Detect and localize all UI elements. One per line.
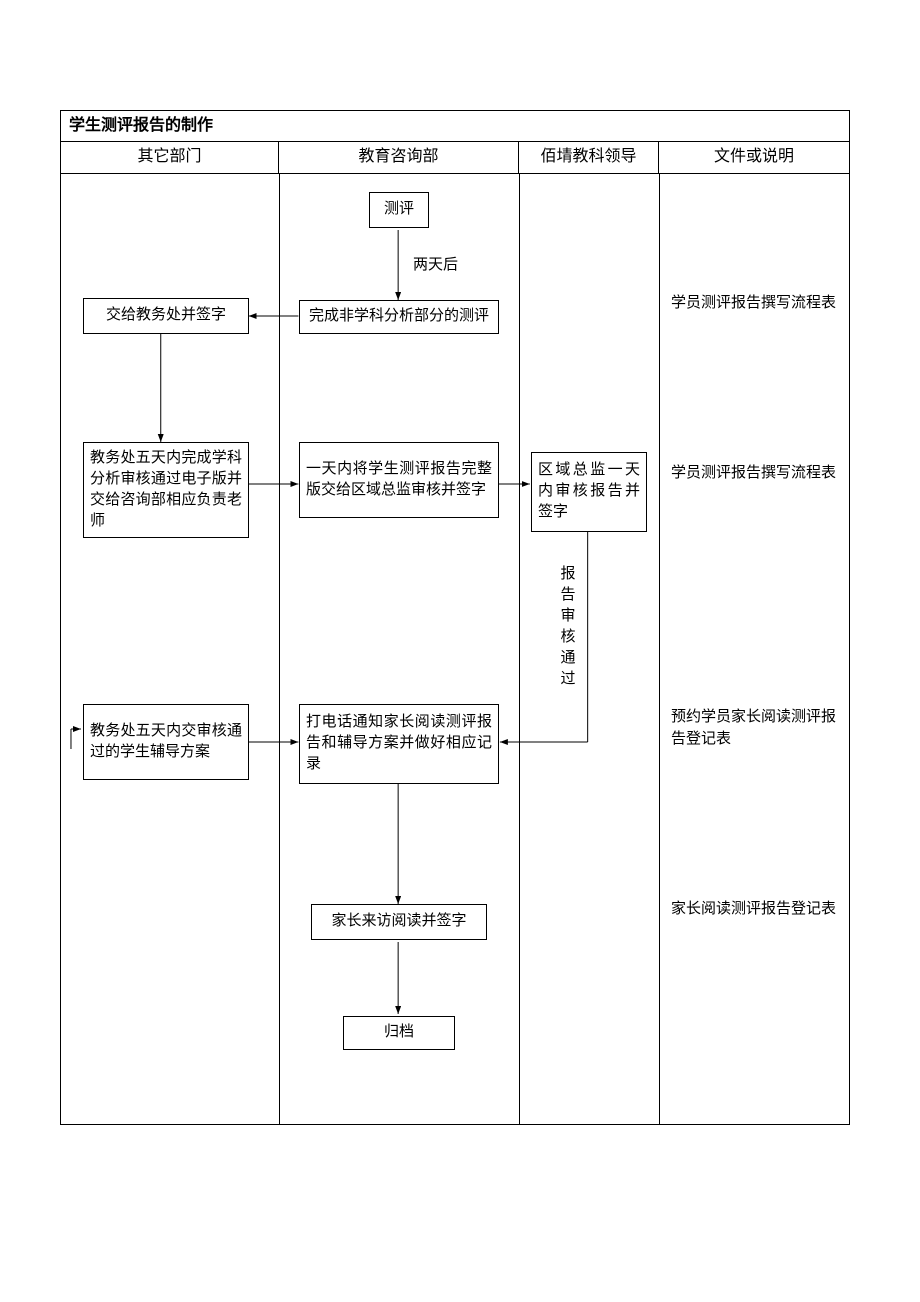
note-doc4: 家长阅读测评报告登记表 bbox=[671, 898, 841, 921]
node-n8: 家长来访阅读并签字 bbox=[311, 904, 487, 940]
edge-label-two-days: 两天后 bbox=[413, 254, 458, 277]
lane-divider bbox=[519, 174, 520, 1124]
node-n6: 打电话通知家长阅读测评报告和辅导方案并做好相应记录 bbox=[299, 704, 499, 784]
lane-header-leader: 佰埥教科领导 bbox=[519, 142, 659, 172]
diagram-body: 测评 两天后 完成非学科分析部分的测评 交给教务处并签字 学员测评报告撰写流程表… bbox=[61, 174, 849, 1124]
lane-divider bbox=[279, 174, 280, 1124]
note-doc2: 学员测评报告撰写流程表 bbox=[671, 462, 841, 485]
swimlane-diagram: 学生测评报告的制作 其它部门 教育咨询部 佰埥教科领导 文件或说明 bbox=[60, 110, 850, 1125]
node-n9: 归档 bbox=[343, 1016, 455, 1050]
lane-header-docs: 文件或说明 bbox=[659, 142, 849, 172]
lane-header-other: 其它部门 bbox=[61, 142, 279, 172]
node-n4: 一天内将学生测评报告完整版交给区域总监审核并签字 bbox=[299, 442, 499, 518]
lane-header-consult: 教育咨询部 bbox=[279, 142, 519, 172]
node-n1: 完成非学科分析部分的测评 bbox=[299, 300, 499, 334]
lane-divider bbox=[659, 174, 660, 1124]
note-doc1: 学员测评报告撰写流程表 bbox=[671, 292, 841, 315]
node-n5: 区域总监一天内审核报告并签字 bbox=[531, 452, 647, 532]
diagram-title: 学生测评报告的制作 bbox=[61, 111, 849, 142]
lane-headers: 其它部门 教育咨询部 佰埥教科领导 文件或说明 bbox=[61, 142, 849, 173]
note-doc3: 预约学员家长阅读测评报告登记表 bbox=[671, 706, 841, 751]
node-n3: 教务处五天内完成学科分析审核通过电子版并交给咨询部相应负责老师 bbox=[83, 442, 249, 538]
node-n2: 交给教务处并签字 bbox=[83, 298, 249, 334]
node-start: 测评 bbox=[369, 192, 429, 228]
edge-label-approved: 报告审核通过 bbox=[559, 564, 577, 690]
node-n7: 教务处五天内交审核通过的学生辅导方案 bbox=[83, 704, 249, 780]
